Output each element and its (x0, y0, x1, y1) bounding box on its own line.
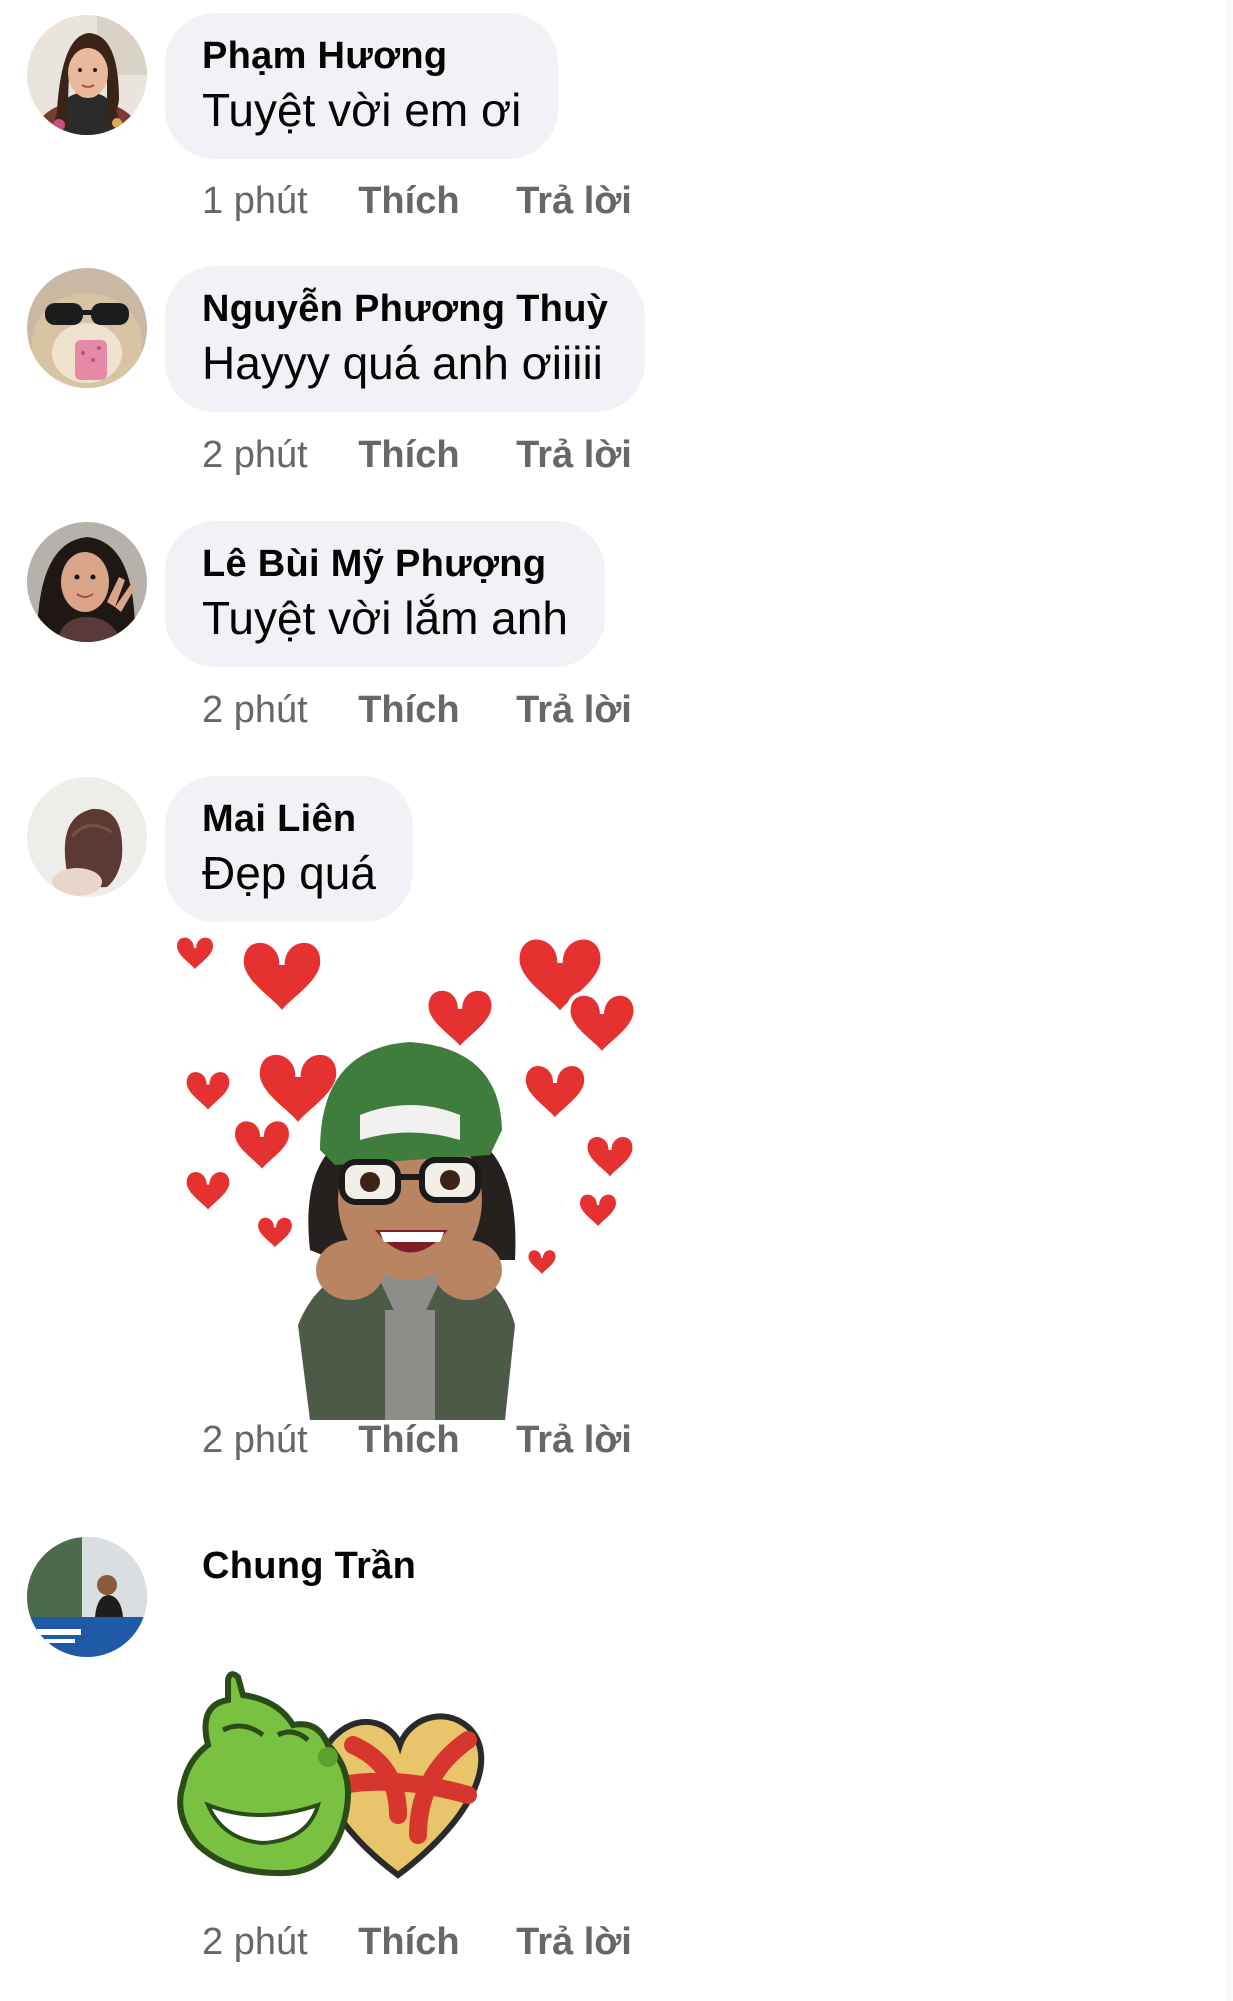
avatar[interactable] (27, 15, 147, 135)
comment-text: Tuyệt vời em ơi (202, 84, 522, 136)
reply-button[interactable]: Trả lời (516, 176, 632, 226)
like-button[interactable]: Thích (358, 685, 459, 735)
comment-text: Tuyệt vời lắm anh (202, 592, 568, 644)
comment-bubble: Phạm Hương Tuyệt vời em ơi (165, 13, 559, 159)
comment-bubble: Mai Liên Đẹp quá (165, 776, 413, 922)
comment-actions: 1 phút Thích Trả lời (202, 176, 632, 226)
comment-bubble: Nguyễn Phương Thuỳ Hayyy quá anh ơiiiii (165, 266, 646, 412)
author-name[interactable]: Mai Liên (202, 794, 376, 844)
author-name[interactable]: Nguyễn Phương Thuỳ (202, 284, 608, 334)
like-button[interactable]: Thích (358, 430, 459, 480)
comment-actions: 2 phút Thích Trả lời (202, 1415, 632, 1465)
comment-text: Đẹp quá (202, 847, 376, 899)
comment-actions: 2 phút Thích Trả lời (202, 1917, 632, 1967)
like-button[interactable]: Thích (358, 1917, 459, 1967)
timestamp[interactable]: 2 phút (202, 1415, 308, 1465)
avatar[interactable] (27, 1537, 147, 1657)
like-button[interactable]: Thích (358, 176, 459, 226)
timestamp[interactable]: 2 phút (202, 1917, 308, 1967)
comment-text: Hayyy quá anh ơiiiii (202, 337, 603, 389)
reply-button[interactable]: Trả lời (516, 430, 632, 480)
scroll-edge (1225, 0, 1233, 2001)
like-button[interactable]: Thích (358, 1415, 459, 1465)
comment-actions: 2 phút Thích Trả lời (202, 685, 632, 735)
timestamp[interactable]: 2 phút (202, 430, 308, 480)
reply-button[interactable]: Trả lời (516, 685, 632, 735)
comment-bubble: Lê Bùi Mỹ Phượng Tuyệt vời lắm anh (165, 521, 605, 667)
author-name[interactable]: Lê Bùi Mỹ Phượng (202, 539, 568, 589)
avatar[interactable] (27, 268, 147, 388)
author-name[interactable]: Phạm Hương (202, 31, 521, 81)
avatar-hearts-sticker[interactable] (170, 930, 650, 1420)
reply-button[interactable]: Trả lời (516, 1917, 632, 1967)
comment-actions: 2 phút Thích Trả lời (202, 430, 632, 480)
timestamp[interactable]: 2 phút (202, 685, 308, 735)
avatar[interactable] (27, 522, 147, 642)
avatar[interactable] (27, 777, 147, 897)
timestamp[interactable]: 1 phút (202, 176, 308, 226)
om-nom-candy-heart-sticker[interactable] (168, 1665, 498, 1885)
reply-button[interactable]: Trả lời (516, 1415, 632, 1465)
author-name[interactable]: Chung Trần (202, 1541, 416, 1591)
